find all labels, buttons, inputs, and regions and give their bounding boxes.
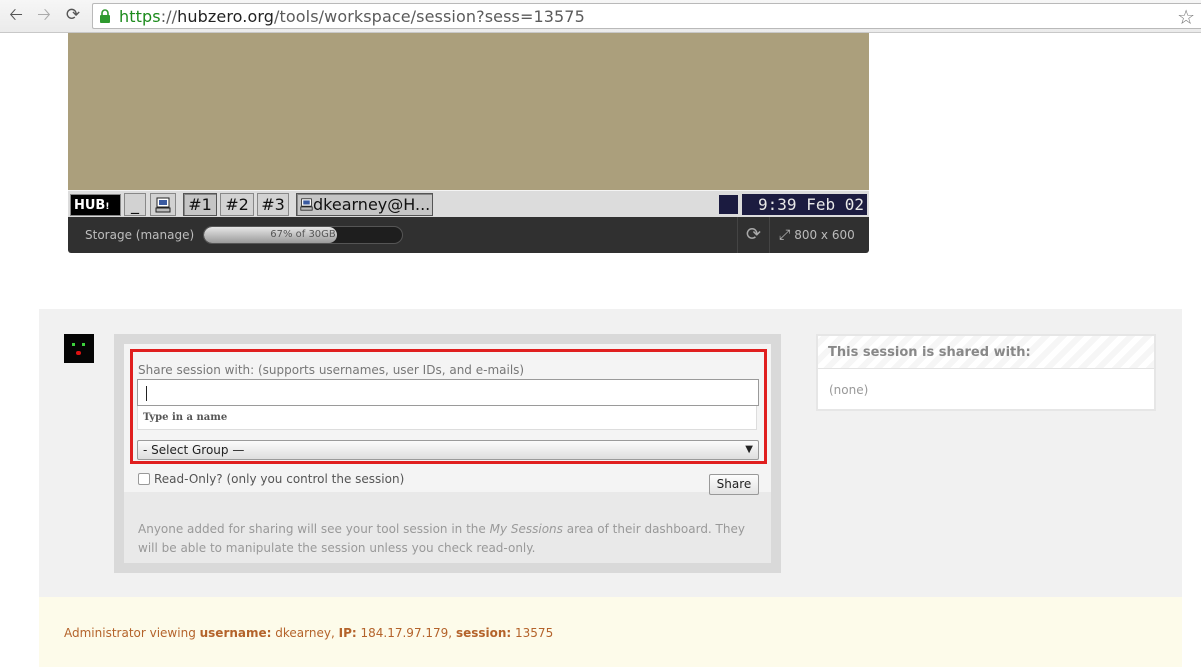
share-form: Share session with: (supports usernames,… <box>124 344 771 495</box>
address-bar[interactable]: https://hubzero.org/tools/workspace/sess… <box>92 3 1201 29</box>
refresh-icon[interactable]: ⟳ <box>746 224 761 245</box>
resize-icon: ⤢ <box>779 227 791 243</box>
reload-icon[interactable]: ⟳ <box>63 5 83 25</box>
remote-desktop[interactable] <box>68 33 869 190</box>
storage-label[interactable]: Storage (manage) <box>85 228 194 242</box>
storage-meter: 67% of 30GB <box>203 226 403 244</box>
admin-info-bar: Administrator viewing username: dkearney… <box>39 597 1182 667</box>
terminal-icon <box>300 198 313 211</box>
text-caret <box>146 386 147 401</box>
readonly-checkbox[interactable] <box>138 473 150 485</box>
storage-meter-text: 67% of 30GB <box>270 229 336 240</box>
bookmark-star-icon[interactable]: ☆ <box>1177 5 1195 29</box>
readonly-option[interactable]: Read-Only? (only you control the session… <box>138 472 404 486</box>
forward-arrow-icon[interactable]: 🡢 <box>34 5 54 25</box>
share-with-label: Share session with: (supports usernames,… <box>138 363 525 377</box>
hub-logo[interactable]: HUB!∘∖ <box>70 194 121 235</box>
shared-with-value: (none) <box>829 383 869 397</box>
remote-taskbar: HUB!∘∖ _ #1 #2 #3 dkearney@H... 9:39 Feb… <box>68 190 869 235</box>
share-name-input[interactable] <box>137 379 759 406</box>
workspace-2-button[interactable]: #2 <box>220 193 254 216</box>
lock-icon <box>100 9 110 23</box>
share-section: Share session with: (supports usernames,… <box>39 309 1182 597</box>
workspace-3-button[interactable]: #3 <box>257 193 289 216</box>
clock: 9:39 Feb 02 <box>742 194 867 215</box>
tray-indicator <box>719 195 738 214</box>
browser-toolbar: 🡠 🡢 ⟳ https://hubzero.org/tools/workspac… <box>0 0 1201 33</box>
avatar <box>64 334 94 363</box>
url-text: https://hubzero.org/tools/workspace/sess… <box>119 7 585 26</box>
divider <box>769 217 770 253</box>
group-select[interactable]: - Select Group — ▼ <box>137 440 759 460</box>
share-note: Anyone added for sharing will see your t… <box>138 522 745 555</box>
autocomplete-hint: Type in a name <box>137 406 757 430</box>
resize-button[interactable]: ⤢ 800 x 600 <box>779 227 855 243</box>
computer-icon[interactable] <box>150 193 176 216</box>
divider <box>737 217 738 253</box>
admin-info-text: Administrator viewing username: dkearney… <box>64 626 554 640</box>
share-form-box: Share session with: (supports usernames,… <box>114 334 781 573</box>
minimize-button[interactable]: _ <box>124 193 146 216</box>
storage-bar: Storage (manage) 67% of 30GB ⟳ ⤢ 800 x 60… <box>68 217 869 253</box>
shared-with-title: This session is shared with: <box>828 345 1031 360</box>
window-task-button[interactable]: dkearney@H... <box>296 193 433 216</box>
share-button[interactable]: Share <box>709 474 759 495</box>
shared-with-panel: This session is shared with: (none) <box>816 334 1156 411</box>
workspace-1-button[interactable]: #1 <box>183 193 217 216</box>
dropdown-arrow-icon: ▼ <box>745 444 753 455</box>
back-arrow-icon[interactable]: 🡠 <box>6 5 26 25</box>
